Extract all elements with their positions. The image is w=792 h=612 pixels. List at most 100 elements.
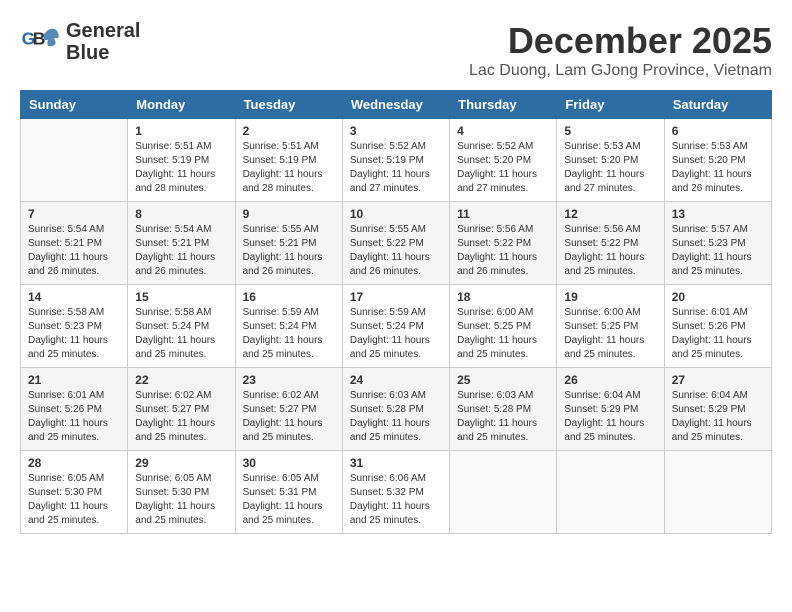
day-info: Sunrise: 6:06 AM Sunset: 5:32 PM Dayligh… (350, 472, 442, 528)
day-number: 26 (564, 373, 656, 387)
day-info: Sunrise: 5:53 AM Sunset: 5:20 PM Dayligh… (672, 140, 764, 196)
day-number: 1 (135, 124, 227, 138)
day-info: Sunrise: 5:56 AM Sunset: 5:22 PM Dayligh… (564, 223, 656, 279)
day-cell: 25 Sunrise: 6:03 AM Sunset: 5:28 PM Dayli… (450, 368, 557, 451)
day-cell: 6 Sunrise: 5:53 AM Sunset: 5:20 PM Daylig… (664, 119, 771, 202)
day-info: Sunrise: 5:58 AM Sunset: 5:24 PM Dayligh… (135, 306, 227, 362)
day-cell: 13 Sunrise: 5:57 AM Sunset: 5:23 PM Dayli… (664, 202, 771, 285)
page-header: G B General Blue December 2025 Lac Duong… (20, 20, 772, 80)
day-cell: 12 Sunrise: 5:56 AM Sunset: 5:22 PM Dayli… (557, 202, 664, 285)
day-number: 3 (350, 124, 442, 138)
day-info: Sunrise: 6:05 AM Sunset: 5:30 PM Dayligh… (28, 472, 120, 528)
day-info: Sunrise: 6:00 AM Sunset: 5:25 PM Dayligh… (457, 306, 549, 362)
day-cell: 1 Sunrise: 5:51 AM Sunset: 5:19 PM Daylig… (128, 119, 235, 202)
day-cell (21, 119, 128, 202)
day-info: Sunrise: 5:59 AM Sunset: 5:24 PM Dayligh… (243, 306, 335, 362)
day-number: 17 (350, 290, 442, 304)
header-row: SundayMondayTuesdayWednesdayThursdayFrid… (21, 91, 772, 119)
week-row-2: 7 Sunrise: 5:54 AM Sunset: 5:21 PM Daylig… (21, 202, 772, 285)
day-cell: 19 Sunrise: 6:00 AM Sunset: 5:25 PM Dayli… (557, 285, 664, 368)
logo-icon: G B (20, 22, 60, 62)
week-row-4: 21Sunrise: 6:01 AM Sunset: 5:26 PM Dayli… (21, 368, 772, 451)
day-info: Sunrise: 6:03 AM Sunset: 5:28 PM Dayligh… (457, 389, 549, 445)
day-cell: 16 Sunrise: 5:59 AM Sunset: 5:24 PM Dayli… (235, 285, 342, 368)
day-cell: 9 Sunrise: 5:55 AM Sunset: 5:21 PM Daylig… (235, 202, 342, 285)
main-title: December 2025 (469, 20, 772, 62)
day-info: Sunrise: 5:52 AM Sunset: 5:19 PM Dayligh… (350, 140, 442, 196)
day-info: Sunrise: 5:51 AM Sunset: 5:19 PM Dayligh… (135, 140, 227, 196)
day-cell: 4 Sunrise: 5:52 AM Sunset: 5:20 PM Daylig… (450, 119, 557, 202)
day-info: Sunrise: 5:55 AM Sunset: 5:22 PM Dayligh… (350, 223, 442, 279)
day-cell: 28Sunrise: 6:05 AM Sunset: 5:30 PM Dayli… (21, 451, 128, 534)
day-number: 9 (243, 207, 335, 221)
day-cell: 17 Sunrise: 5:59 AM Sunset: 5:24 PM Dayli… (342, 285, 449, 368)
day-cell: 29Sunrise: 6:05 AM Sunset: 5:30 PM Dayli… (128, 451, 235, 534)
day-number: 19 (564, 290, 656, 304)
day-cell: 21Sunrise: 6:01 AM Sunset: 5:26 PM Dayli… (21, 368, 128, 451)
day-number: 31 (350, 456, 442, 470)
calendar-header: SundayMondayTuesdayWednesdayThursdayFrid… (21, 91, 772, 119)
header-cell-wednesday: Wednesday (342, 91, 449, 119)
day-cell: 26 Sunrise: 6:04 AM Sunset: 5:29 PM Dayli… (557, 368, 664, 451)
day-info: Sunrise: 6:02 AM Sunset: 5:27 PM Dayligh… (135, 389, 227, 445)
header-cell-saturday: Saturday (664, 91, 771, 119)
day-number: 15 (135, 290, 227, 304)
day-number: 25 (457, 373, 549, 387)
day-info: Sunrise: 5:57 AM Sunset: 5:23 PM Dayligh… (672, 223, 764, 279)
header-cell-friday: Friday (557, 91, 664, 119)
day-number: 30 (243, 456, 335, 470)
day-number: 7 (28, 207, 120, 221)
day-number: 22 (135, 373, 227, 387)
day-number: 24 (350, 373, 442, 387)
day-cell: 23 Sunrise: 6:02 AM Sunset: 5:27 PM Dayli… (235, 368, 342, 451)
day-info: Sunrise: 6:01 AM Sunset: 5:26 PM Dayligh… (672, 306, 764, 362)
day-info: Sunrise: 5:53 AM Sunset: 5:20 PM Dayligh… (564, 140, 656, 196)
day-number: 11 (457, 207, 549, 221)
day-number: 5 (564, 124, 656, 138)
subtitle: Lac Duong, Lam GJong Province, Vietnam (469, 62, 772, 80)
day-cell: 30 Sunrise: 6:05 AM Sunset: 5:31 PM Dayli… (235, 451, 342, 534)
day-number: 23 (243, 373, 335, 387)
day-cell: 3 Sunrise: 5:52 AM Sunset: 5:19 PM Daylig… (342, 119, 449, 202)
day-info: Sunrise: 5:58 AM Sunset: 5:23 PM Dayligh… (28, 306, 120, 362)
day-cell: 5 Sunrise: 5:53 AM Sunset: 5:20 PM Daylig… (557, 119, 664, 202)
day-number: 29 (135, 456, 227, 470)
week-row-5: 28Sunrise: 6:05 AM Sunset: 5:30 PM Dayli… (21, 451, 772, 534)
day-number: 4 (457, 124, 549, 138)
logo-text: General Blue (66, 20, 140, 64)
day-cell: 24 Sunrise: 6:03 AM Sunset: 5:28 PM Dayli… (342, 368, 449, 451)
week-row-3: 14Sunrise: 5:58 AM Sunset: 5:23 PM Dayli… (21, 285, 772, 368)
day-info: Sunrise: 6:05 AM Sunset: 5:31 PM Dayligh… (243, 472, 335, 528)
day-number: 16 (243, 290, 335, 304)
logo-line1: General (66, 20, 140, 42)
header-cell-thursday: Thursday (450, 91, 557, 119)
day-cell: 11 Sunrise: 5:56 AM Sunset: 5:22 PM Dayli… (450, 202, 557, 285)
day-info: Sunrise: 5:59 AM Sunset: 5:24 PM Dayligh… (350, 306, 442, 362)
day-info: Sunrise: 6:04 AM Sunset: 5:29 PM Dayligh… (564, 389, 656, 445)
day-number: 8 (135, 207, 227, 221)
day-cell: 15 Sunrise: 5:58 AM Sunset: 5:24 PM Dayli… (128, 285, 235, 368)
svg-text:B: B (33, 28, 46, 48)
day-number: 6 (672, 124, 764, 138)
day-cell: 18Sunrise: 6:00 AM Sunset: 5:25 PM Dayli… (450, 285, 557, 368)
day-number: 20 (672, 290, 764, 304)
day-info: Sunrise: 6:04 AM Sunset: 5:29 PM Dayligh… (672, 389, 764, 445)
logo-line2: Blue (66, 42, 140, 64)
day-info: Sunrise: 6:02 AM Sunset: 5:27 PM Dayligh… (243, 389, 335, 445)
day-info: Sunrise: 6:03 AM Sunset: 5:28 PM Dayligh… (350, 389, 442, 445)
day-number: 12 (564, 207, 656, 221)
day-cell: 22 Sunrise: 6:02 AM Sunset: 5:27 PM Dayli… (128, 368, 235, 451)
day-cell: 14Sunrise: 5:58 AM Sunset: 5:23 PM Dayli… (21, 285, 128, 368)
day-cell (557, 451, 664, 534)
day-cell (450, 451, 557, 534)
day-info: Sunrise: 5:52 AM Sunset: 5:20 PM Dayligh… (457, 140, 549, 196)
day-info: Sunrise: 5:51 AM Sunset: 5:19 PM Dayligh… (243, 140, 335, 196)
day-info: Sunrise: 5:54 AM Sunset: 5:21 PM Dayligh… (28, 223, 120, 279)
day-number: 13 (672, 207, 764, 221)
day-info: Sunrise: 5:55 AM Sunset: 5:21 PM Dayligh… (243, 223, 335, 279)
day-info: Sunrise: 5:54 AM Sunset: 5:21 PM Dayligh… (135, 223, 227, 279)
day-info: Sunrise: 5:56 AM Sunset: 5:22 PM Dayligh… (457, 223, 549, 279)
day-number: 10 (350, 207, 442, 221)
day-cell: 10 Sunrise: 5:55 AM Sunset: 5:22 PM Dayli… (342, 202, 449, 285)
day-info: Sunrise: 6:00 AM Sunset: 5:25 PM Dayligh… (564, 306, 656, 362)
